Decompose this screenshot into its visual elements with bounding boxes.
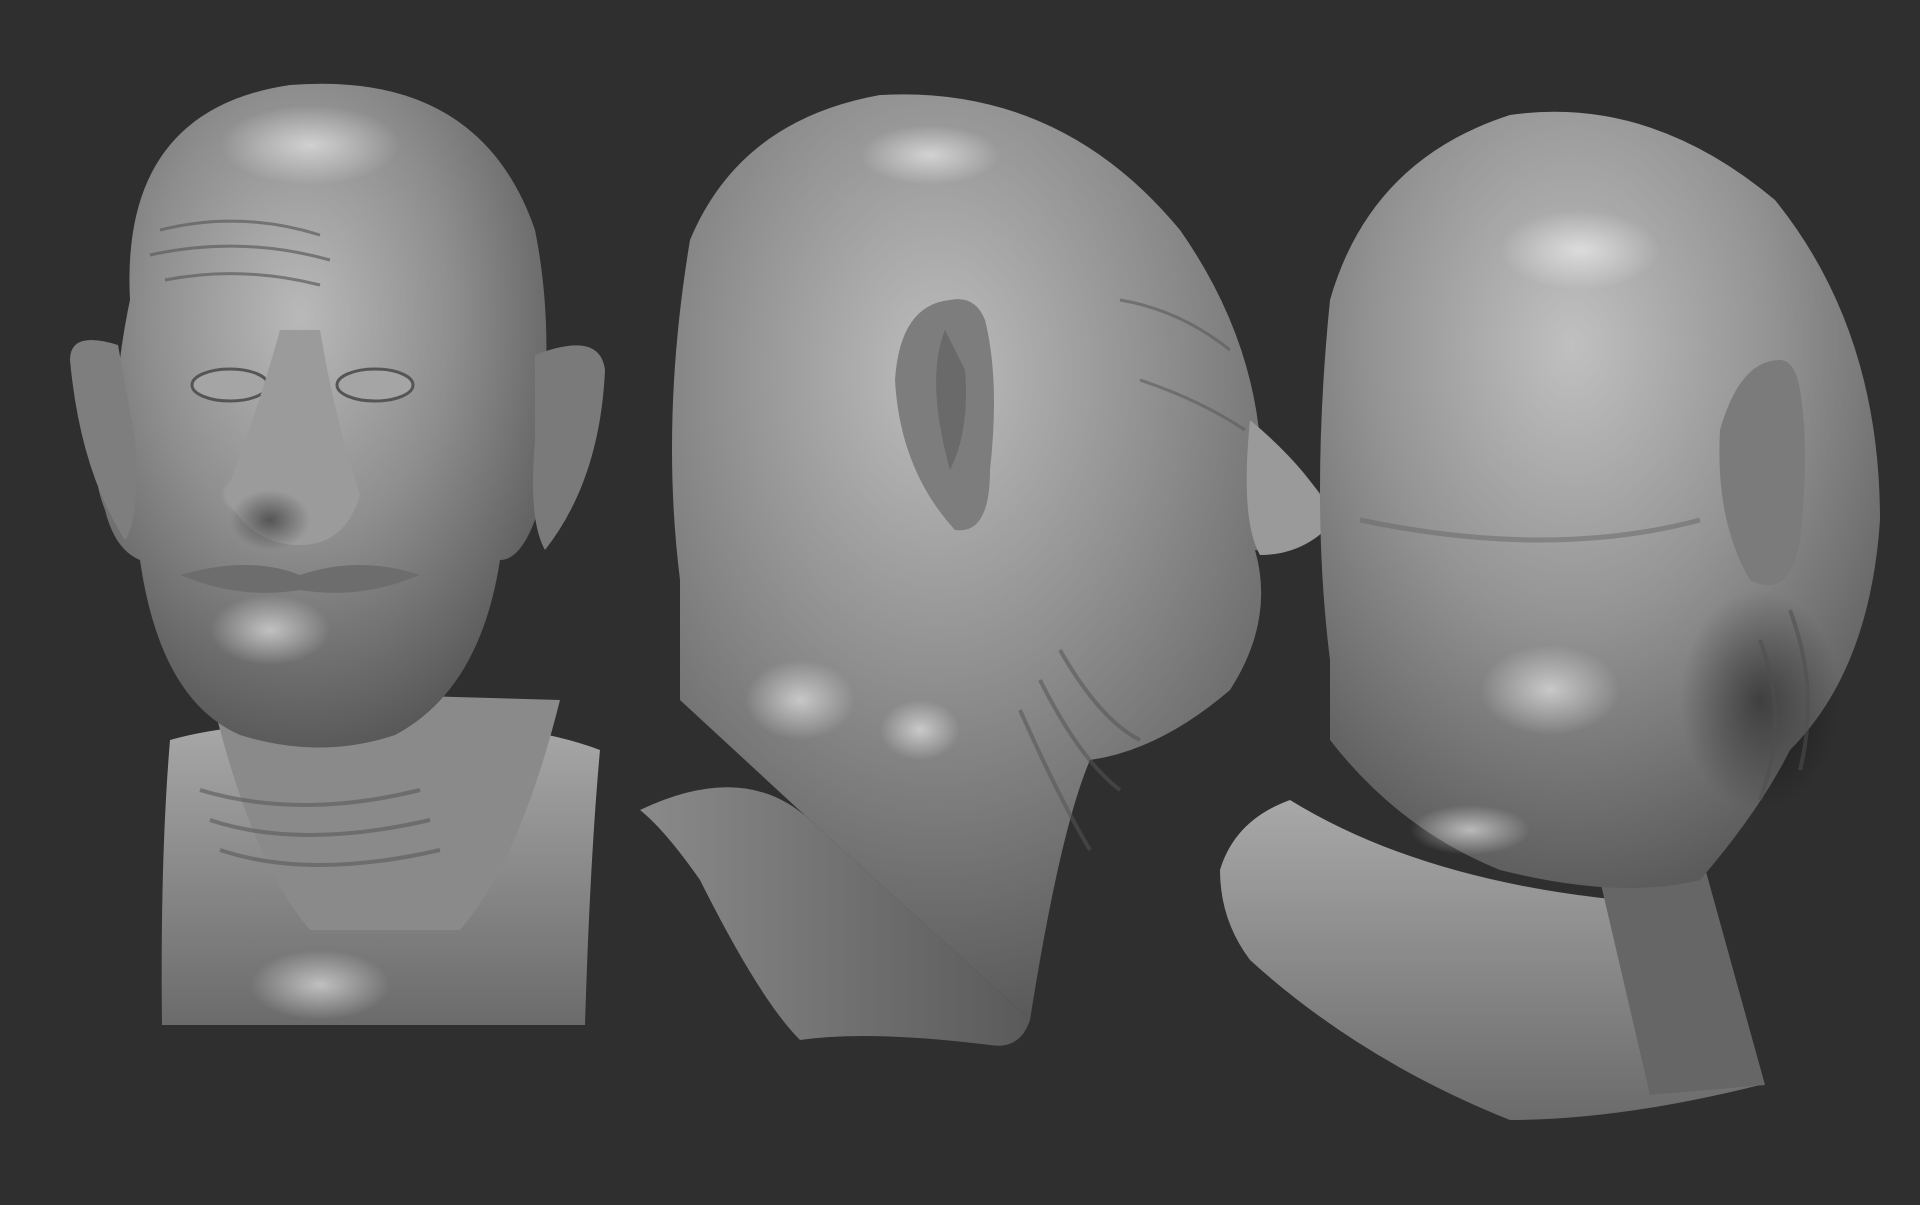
front-ear-right [532,345,605,550]
front-eye-right [335,367,415,403]
back-view-head [1220,111,1880,1120]
front-eye-left [190,367,270,403]
sculpt-render-canvas [0,0,1920,1205]
front-view-head [70,83,605,1025]
sculpt-render-svg [70,83,1880,1120]
